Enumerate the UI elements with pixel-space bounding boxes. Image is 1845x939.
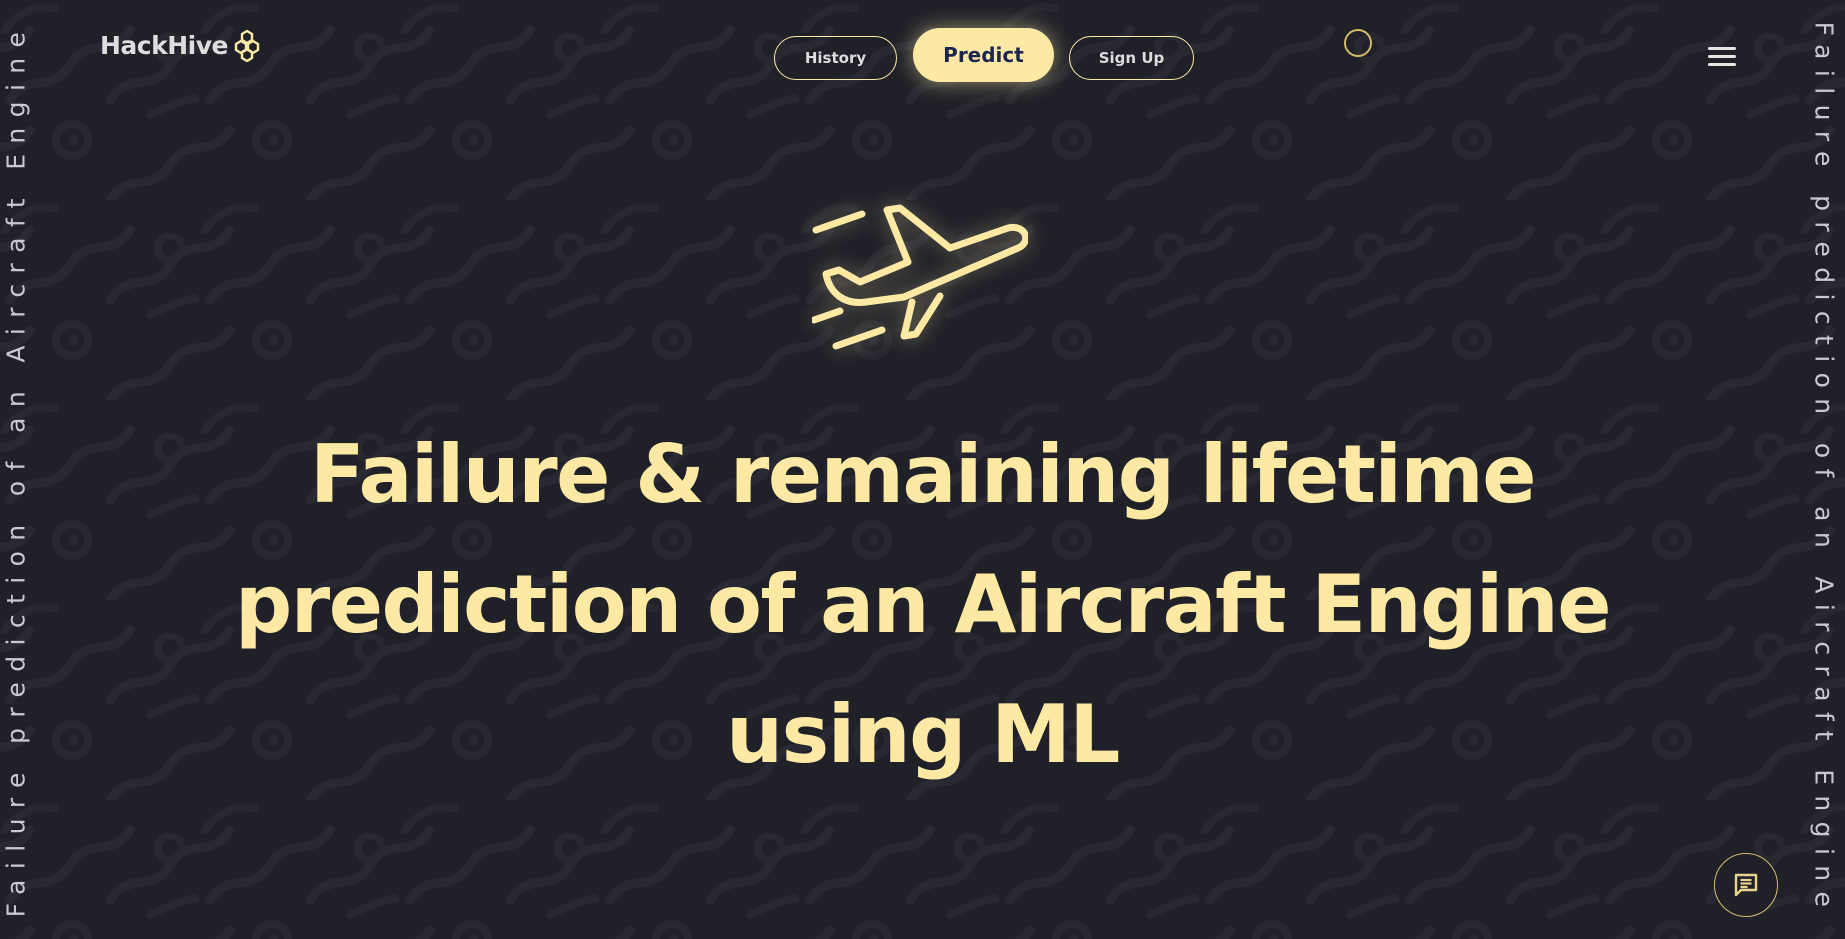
vertical-tagline-right-text: Failure prediction of an Aircraft Engine	[1809, 21, 1839, 918]
chat-icon	[1734, 873, 1758, 897]
hamburger-menu-icon[interactable]	[1708, 47, 1736, 67]
history-button[interactable]: History	[774, 36, 897, 80]
predict-button[interactable]: Predict	[913, 28, 1054, 82]
airplane-icon	[812, 204, 1028, 350]
page: Failure prediction of an Aircraft Engine…	[0, 0, 1845, 939]
chat-button[interactable]	[1714, 853, 1778, 917]
vertical-tagline-left: Failure prediction of an Aircraft Engine	[0, 0, 36, 939]
logo[interactable]: HackHive	[100, 28, 262, 62]
sign-up-button[interactable]: Sign Up	[1069, 36, 1194, 80]
honeycomb-icon	[234, 29, 260, 62]
logo-text: HackHive	[100, 30, 228, 60]
vertical-tagline-right: Failure prediction of an Aircraft Engine	[1804, 0, 1844, 939]
cursor-ring	[1344, 29, 1372, 57]
vertical-tagline-left-text: Failure prediction of an Aircraft Engine	[1, 21, 31, 918]
hero-title: Failure & remaining lifetime prediction …	[235, 428, 1611, 781]
